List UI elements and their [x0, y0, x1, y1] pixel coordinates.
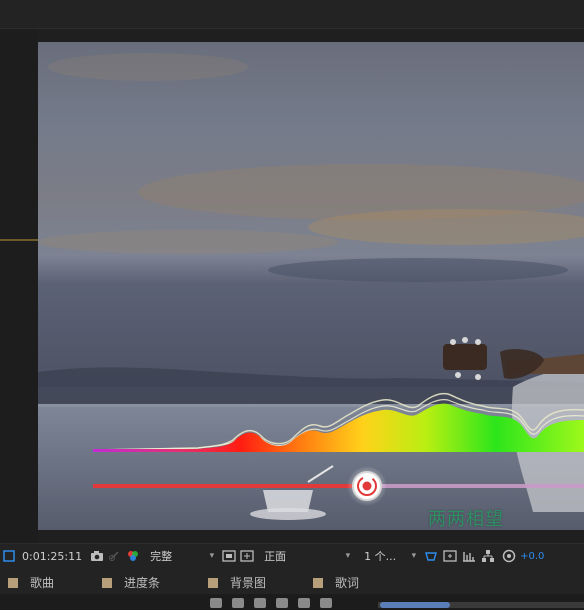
color-channel-icon[interactable] — [126, 546, 140, 566]
composition-frame — [38, 42, 584, 530]
views-count-dropdown[interactable]: 1 个... ▾ — [360, 547, 420, 565]
chevron-down-icon: ▾ — [209, 551, 215, 561]
camera-icon[interactable] — [90, 546, 104, 566]
timecode-display[interactable]: 0:01:25:11 — [22, 546, 82, 566]
view-value: 正面 — [264, 550, 287, 563]
timeline-tool-icons — [210, 598, 332, 608]
flowchart-icon[interactable] — [481, 546, 495, 566]
resolution-value: 完整 — [150, 550, 173, 563]
grid-icon[interactable] — [443, 546, 457, 566]
composition-viewer[interactable] — [38, 42, 584, 530]
tool-icon[interactable] — [298, 598, 310, 608]
reset-exposure-icon[interactable] — [502, 546, 516, 566]
lyrics-watermark: 两两相望 — [428, 509, 504, 530]
region-of-interest-icon[interactable] — [2, 546, 16, 566]
timeline-layer-tabs: 歌曲 进度条 背景图 歌词 — [0, 568, 584, 594]
resolution-dropdown[interactable]: 完整 ▾ — [146, 547, 218, 565]
transparency-grid-icon[interactable] — [240, 546, 254, 566]
fast-preview-icon[interactable] — [222, 546, 236, 566]
tool-icon[interactable] — [320, 598, 332, 608]
track-label: 背景图 — [230, 576, 267, 590]
track-item[interactable]: 背景图 — [208, 574, 266, 591]
tool-icon[interactable] — [276, 598, 288, 608]
track-item[interactable]: 进度条 — [102, 574, 160, 591]
track-label: 歌词 — [335, 576, 360, 590]
timeline-scroll-thumb[interactable] — [380, 602, 450, 608]
track-color-swatch — [102, 577, 112, 588]
track-color-swatch — [313, 577, 323, 588]
chevron-down-icon: ▾ — [411, 551, 417, 561]
chevron-down-icon: ▾ — [345, 551, 351, 561]
track-label: 歌曲 — [30, 576, 55, 590]
left-panel-strip — [0, 29, 38, 543]
progress-knob-icon[interactable] — [347, 466, 387, 506]
tool-icon[interactable] — [254, 598, 266, 608]
guide-line — [0, 239, 38, 241]
tool-icon[interactable] — [232, 598, 244, 608]
track-color-swatch — [208, 577, 218, 588]
track-color-swatch — [8, 577, 18, 588]
3d-view-icon[interactable] — [424, 546, 438, 566]
panel-top-bar — [0, 0, 584, 29]
track-item[interactable]: 歌曲 — [8, 574, 54, 591]
views-count-value: 1 个... — [364, 550, 397, 563]
track-label: 进度条 — [124, 576, 161, 590]
progress-remaining — [368, 484, 584, 488]
chart-icon[interactable] — [462, 546, 476, 566]
tool-icon[interactable] — [210, 598, 222, 608]
view-dropdown[interactable]: 正面 ▾ — [260, 547, 354, 565]
progress-played — [93, 484, 368, 488]
exposure-value[interactable]: +0.0 — [520, 546, 544, 566]
track-item[interactable]: 歌词 — [313, 574, 359, 591]
viewer-toolbar: 0:01:25:11 完整 ▾ 正面 ▾ 1 个... ▾ +0.0 — [0, 543, 584, 568]
link-icon[interactable] — [108, 546, 122, 566]
